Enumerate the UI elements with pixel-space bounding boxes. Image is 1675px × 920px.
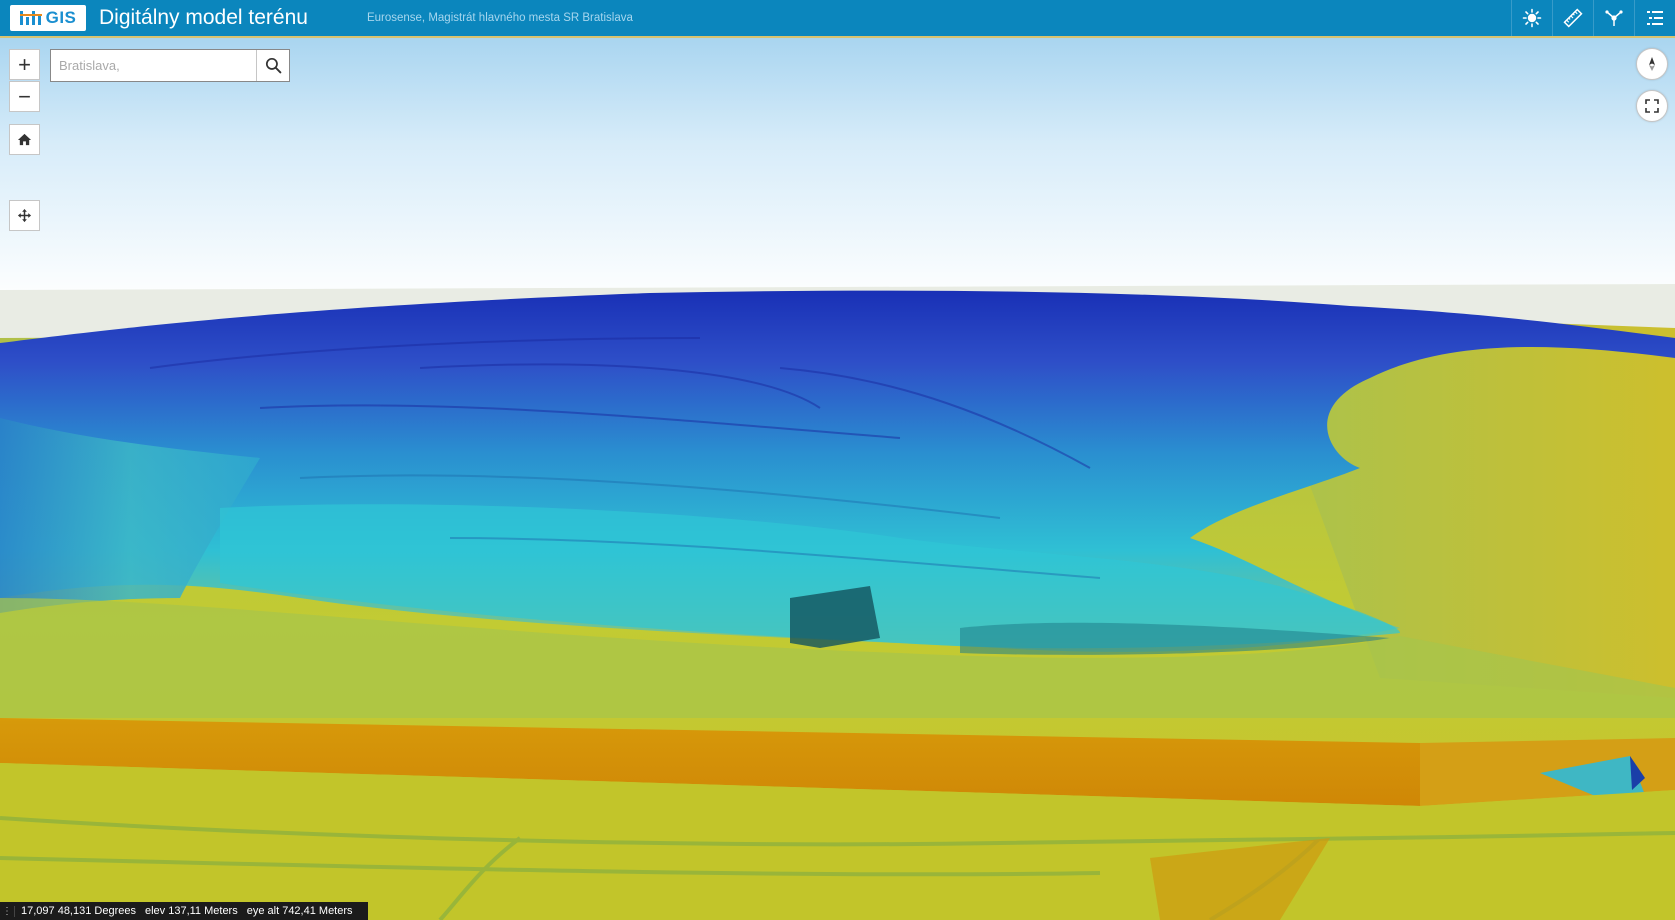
search-icon — [265, 57, 281, 74]
compass-button[interactable] — [1636, 48, 1668, 80]
gis-logo[interactable]: GIS — [10, 5, 86, 31]
measure-button[interactable] — [1552, 0, 1593, 36]
home-button[interactable] — [9, 124, 40, 155]
elevation-readout: elev 137,11 Meters — [144, 905, 238, 917]
fullscreen-button[interactable] — [1636, 90, 1668, 122]
drag-handle-icon[interactable]: ⋮ — [0, 905, 15, 917]
navigation-toggle-button[interactable] — [9, 200, 40, 231]
search-box — [50, 49, 290, 82]
coordinates-readout: 17,097 48,131 Degrees — [21, 905, 136, 917]
ruler-icon — [1563, 8, 1583, 28]
app-header: GIS Digitálny model terénu Eurosense, Ma… — [0, 0, 1675, 38]
search-input[interactable] — [51, 50, 256, 81]
logo-text: GIS — [45, 8, 77, 27]
search-button[interactable] — [256, 50, 289, 81]
terrain-scene-view[interactable] — [0, 38, 1675, 920]
logo-mark-icon — [19, 11, 42, 25]
layer-list-button[interactable] — [1634, 0, 1675, 36]
daylight-button[interactable] — [1511, 0, 1552, 36]
compass-icon — [1649, 57, 1655, 71]
zoom-out-button[interactable]: − — [9, 81, 40, 112]
home-icon — [17, 133, 32, 146]
fullscreen-icon — [1645, 99, 1659, 113]
line-of-sight-icon — [1605, 10, 1623, 26]
layer-list-icon — [1647, 11, 1663, 25]
eye-altitude-readout: eye alt 742,41 Meters — [246, 905, 353, 917]
minus-icon: − — [18, 83, 31, 109]
coordinate-status-bar: ⋮ 17,097 48,131 Degrees elev 137,11 Mete… — [0, 902, 368, 920]
sun-icon — [1522, 8, 1542, 28]
pan-arrows-icon — [17, 208, 32, 223]
data-credits: Eurosense, Magistrát hlavného mesta SR B… — [366, 12, 633, 24]
app-title: Digitálny model terénu — [99, 6, 308, 29]
zoom-in-button[interactable]: + — [9, 49, 40, 80]
toolbar — [1511, 0, 1675, 36]
line-of-sight-button[interactable] — [1593, 0, 1634, 36]
plus-icon: + — [18, 51, 31, 77]
